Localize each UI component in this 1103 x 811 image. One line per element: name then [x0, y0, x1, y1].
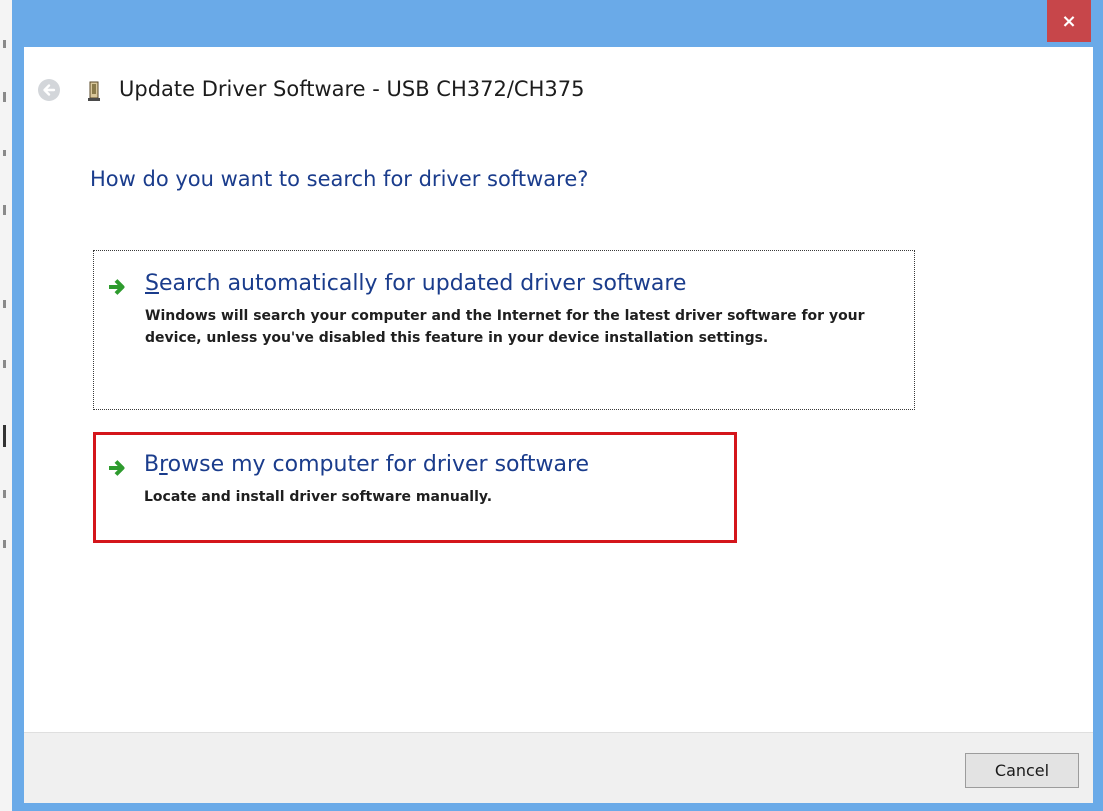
- green-arrow-icon: [109, 460, 125, 476]
- page-heading: How do you want to search for driver sof…: [90, 167, 589, 191]
- back-arrow-icon: [43, 84, 56, 96]
- dialog-header: Update Driver Software - USB CH372/CH375: [24, 47, 1093, 132]
- close-icon: ×: [1061, 10, 1077, 32]
- dialog-content: Update Driver Software - USB CH372/CH375…: [24, 47, 1093, 803]
- option-description: Locate and install driver software manua…: [144, 489, 493, 505]
- title-bar: ×: [12, 0, 1103, 47]
- option-title: Search automatically for updated driver …: [145, 271, 687, 296]
- back-button[interactable]: [38, 79, 60, 101]
- dialog-footer: Cancel: [24, 732, 1093, 803]
- option-description: Windows will search your computer and th…: [145, 308, 865, 346]
- search-automatically-option[interactable]: Search automatically for updated driver …: [93, 250, 915, 410]
- usb-device-icon: [88, 81, 100, 101]
- dialog-title: Update Driver Software - USB CH372/CH375: [119, 77, 585, 101]
- browse-computer-option[interactable]: Browse my computer for driver software L…: [93, 432, 737, 543]
- green-arrow-icon: [109, 279, 125, 295]
- background-window-edge: [0, 0, 12, 811]
- cancel-button[interactable]: Cancel: [965, 753, 1079, 788]
- close-button[interactable]: ×: [1047, 0, 1091, 42]
- update-driver-dialog: × Update Driver Software - USB CH372/CH3…: [12, 0, 1103, 811]
- option-title: Browse my computer for driver software: [144, 452, 590, 477]
